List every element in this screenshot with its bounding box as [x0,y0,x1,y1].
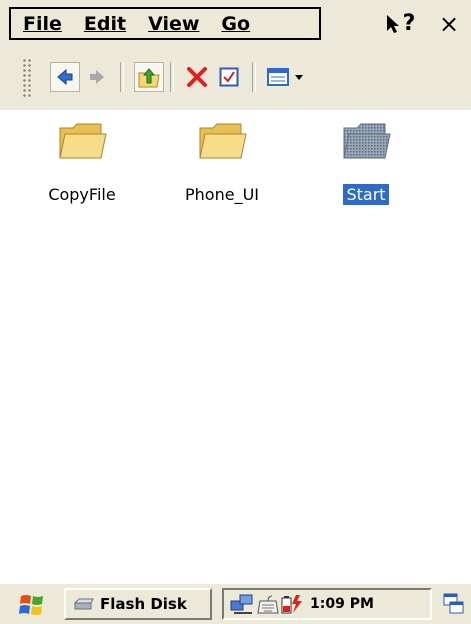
toolbar-separator [120,62,124,92]
view-menu-button[interactable] [264,62,310,92]
file-item-phone-ui[interactable]: Phone_UI [162,118,282,205]
toolbar-grip[interactable] [22,58,32,98]
battery-icon[interactable] [280,593,304,615]
task-label: Flash Disk [100,595,187,613]
menu-group: File Edit View Go [9,7,321,40]
help-arrow-icon [386,14,399,33]
file-item-copyfile[interactable]: CopyFile [22,118,142,205]
forward-button[interactable] [82,62,112,92]
delete-button[interactable] [182,62,212,92]
folder-icon [343,123,391,159]
network-icon[interactable] [230,593,256,615]
file-label: Phone_UI [185,185,259,204]
delete-icon [187,67,207,87]
view-menu-icon [267,68,303,86]
desktop-windows-icon [443,593,464,614]
menu-go[interactable]: Go [209,13,260,35]
properties-button[interactable] [214,62,244,92]
help-button[interactable]: ? [380,7,420,40]
folder-icon [59,123,107,159]
back-button[interactable] [50,62,80,92]
menu-edit[interactable]: Edit [72,13,136,35]
file-label: Start [343,184,389,205]
up-folder-icon [138,68,160,88]
drive-icon [74,598,94,610]
toolbar-separator [252,62,256,92]
close-button[interactable]: × [430,7,468,40]
properties-icon [219,67,239,87]
start-button[interactable] [14,590,50,620]
toolbar-separator [170,62,174,92]
file-label: CopyFile [48,185,116,204]
task-flash-disk-button[interactable]: Flash Disk [64,588,212,620]
keyboard-icon[interactable] [256,593,280,615]
taskbar: Flash Disk 1:09 PM [0,582,471,624]
folder-icon [199,123,247,159]
menu-file[interactable]: File [11,13,72,35]
menu-bar: File Edit View Go ? × [0,0,471,50]
system-tray: 1:09 PM [222,588,432,620]
forward-icon [90,70,104,84]
show-desktop-button[interactable] [440,590,468,618]
file-item-start[interactable]: Start [306,118,426,205]
close-icon: × [438,9,460,38]
toolbar [0,50,471,110]
help-mark: ? [402,11,416,36]
up-folder-button[interactable] [134,62,164,92]
menu-view[interactable]: View [136,13,209,35]
clock[interactable]: 1:09 PM [310,596,374,612]
back-icon [57,68,73,86]
windows-flag-icon [19,595,43,615]
